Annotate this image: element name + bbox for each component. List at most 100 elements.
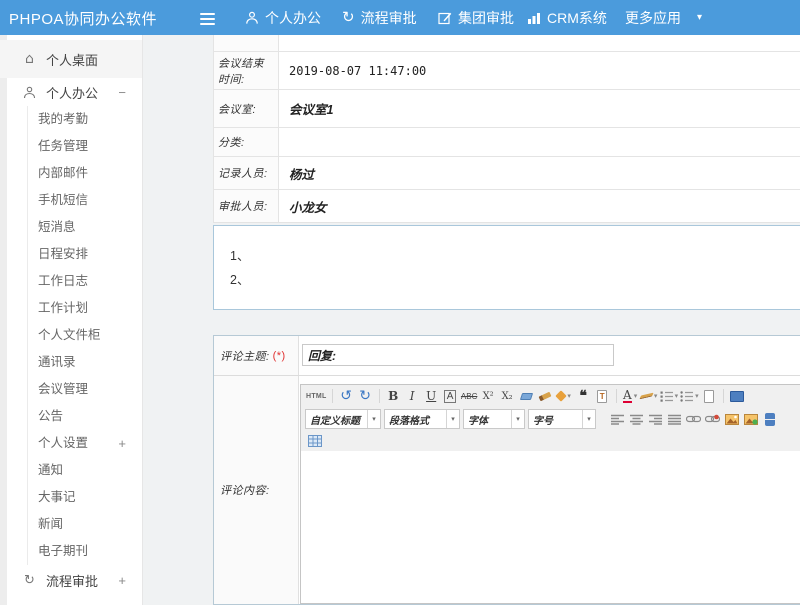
align-justify-icon [668, 414, 681, 425]
field-label: 审批人员: [214, 190, 279, 222]
rich-text-editor: HTML ↺ ↻ B I U A ABC X² X₂ [300, 384, 800, 604]
blockquote-button[interactable]: ❝ [575, 387, 592, 405]
new-page-icon [704, 390, 714, 403]
sidebar-subitem-short-message[interactable]: 短消息 [28, 214, 142, 241]
comment-subject-input[interactable] [302, 344, 614, 366]
sidebar-subitem-announcement[interactable]: 公告 [28, 403, 142, 430]
sidebar: ⌂ 个人桌面 个人办公 − 我的考勤 任务管理 内部邮件 手机短信 短消息 日程… [0, 35, 143, 605]
sidebar-subitem-work-plan[interactable]: 工作计划 [28, 295, 142, 322]
eraser-button[interactable] [518, 387, 535, 405]
nav-personal-office[interactable]: 个人办公 [245, 0, 321, 35]
collapse-icon[interactable]: − [118, 85, 126, 100]
table-row-category: 分类: [214, 128, 800, 157]
sidebar-subitem-events[interactable]: 大事记 [28, 484, 142, 511]
table-row [214, 35, 800, 52]
sidebar-subitem-attendance[interactable]: 我的考勤 [28, 106, 142, 133]
bold-button[interactable]: B [385, 387, 402, 405]
highlight-color-button[interactable]: ▾ [641, 387, 658, 405]
underline-button[interactable]: U [423, 387, 440, 405]
heading-dropdown[interactable]: 自定义标题 ▾ [305, 409, 381, 429]
sidebar-scrollbar[interactable] [0, 35, 7, 605]
field-label: 记录人员: [214, 157, 279, 189]
sidebar-subitem-meeting-management[interactable]: 会议管理 [28, 376, 142, 403]
chevron-down-icon: ▾ [511, 410, 524, 428]
format-painter-button[interactable] [537, 387, 554, 405]
sidebar-subitem-work-log[interactable]: 工作日志 [28, 268, 142, 295]
paste-as-text-button[interactable]: T [594, 387, 611, 405]
sidebar-subitem-news[interactable]: 新闻 [28, 511, 142, 538]
insert-table-button[interactable] [306, 432, 323, 450]
sidebar-subitem-file-cabinet[interactable]: 个人文件柜 [28, 322, 142, 349]
ordered-list-button[interactable]: ▾ [660, 387, 679, 405]
nav-crm-system[interactable]: CRM系统 [527, 0, 607, 35]
insert-media-button[interactable] [761, 410, 778, 428]
align-left-button[interactable] [609, 410, 626, 428]
html-source-button[interactable]: HTML [306, 387, 327, 405]
expand-icon[interactable]: + [118, 430, 126, 457]
field-label: 会议室: [214, 90, 279, 127]
italic-button[interactable]: I [404, 387, 421, 405]
nav-workflow-approval[interactable]: ↻ 流程审批 [342, 0, 417, 35]
sidebar-item-label: 个人桌面 [46, 50, 98, 69]
sidebar-submenu: 我的考勤 任务管理 内部邮件 手机短信 短消息 日程安排 工作日志 工作计划 个… [27, 106, 142, 565]
fullscreen-button[interactable] [729, 387, 746, 405]
unlink-button[interactable] [704, 410, 721, 428]
font-family-dropdown[interactable]: 字体 ▾ [463, 409, 525, 429]
align-right-button[interactable] [647, 410, 664, 428]
strikethrough-button[interactable]: ABC [461, 387, 478, 405]
redo-button[interactable]: ↻ [357, 387, 374, 405]
align-center-button[interactable] [628, 410, 645, 428]
sidebar-subitem-e-journal[interactable]: 电子期刊 [28, 538, 142, 565]
sidebar-subitem-tasks[interactable]: 任务管理 [28, 133, 142, 160]
flow-cycle-icon: ↻ [22, 574, 37, 587]
hamburger-menu-icon[interactable] [200, 10, 215, 28]
media-icon [765, 413, 775, 426]
align-center-icon [630, 414, 643, 425]
minutes-line: 1、 [230, 244, 800, 268]
sidebar-item-personal-desktop[interactable]: ⌂ 个人桌面 [0, 40, 142, 78]
superscript-button[interactable]: X² [480, 387, 497, 405]
table-row-meeting-end-time: 会议结束时间: 2019-08-07 11:47:00 [214, 52, 800, 90]
paragraph-format-dropdown[interactable]: 段落格式 ▾ [384, 409, 460, 429]
chevron-down-icon: ▾ [367, 410, 380, 428]
sidebar-subitem-personal-settings[interactable]: 个人设置 + [28, 430, 142, 457]
new-page-button[interactable] [701, 387, 718, 405]
undo-button[interactable]: ↺ [338, 387, 355, 405]
unordered-list-button[interactable]: ▾ [680, 387, 699, 405]
nav-group-approval[interactable]: 集团审批 [438, 0, 514, 35]
font-style-button[interactable]: A [442, 387, 459, 405]
meeting-minutes-box[interactable]: 1、 2、 [213, 225, 800, 310]
edit-icon [438, 11, 452, 25]
nav-label: 个人办公 [265, 8, 321, 28]
field-label: 会议结束时间: [214, 52, 279, 89]
link-icon [686, 415, 701, 423]
sidebar-subitem-notice[interactable]: 通知 [28, 457, 142, 484]
brush-icon [539, 391, 552, 401]
comment-content-row: 评论内容: HTML ↺ ↻ B I U A [214, 376, 800, 604]
expand-icon[interactable]: + [118, 573, 126, 588]
minutes-line: 2、 [230, 268, 800, 292]
app-logo[interactable]: PHPOA协同办公软件 [9, 8, 157, 29]
font-color-button[interactable]: A▾ [622, 387, 639, 405]
insert-flash-button[interactable] [742, 410, 759, 428]
subscript-button[interactable]: X₂ [499, 387, 516, 405]
insert-image-button[interactable] [723, 410, 740, 428]
align-right-icon [649, 414, 662, 425]
eraser-icon [520, 393, 533, 400]
field-value [279, 128, 800, 156]
sidebar-item-workflow-approval[interactable]: ↻ 流程审批 + [0, 565, 142, 595]
sidebar-subitem-sms[interactable]: 手机短信 [28, 187, 142, 214]
quick-format-button[interactable]: ▾ [556, 387, 573, 405]
link-button[interactable] [685, 410, 702, 428]
editor-content-area[interactable] [301, 451, 800, 603]
sidebar-subitem-internal-mail[interactable]: 内部邮件 [28, 160, 142, 187]
align-justify-button[interactable] [666, 410, 683, 428]
sidebar-item-personal-office[interactable]: 个人办公 − [0, 78, 142, 106]
sidebar-subitem-contacts[interactable]: 通讯录 [28, 349, 142, 376]
nav-more-apps[interactable]: 更多应用 ▾ [625, 0, 702, 35]
table-row-recorder: 记录人员: 杨过 [214, 157, 800, 190]
sidebar-subitem-schedule[interactable]: 日程安排 [28, 241, 142, 268]
sidebar-item-label: 流程审批 [46, 571, 98, 590]
font-size-dropdown[interactable]: 字号 ▾ [528, 409, 596, 429]
required-mark: (*) [273, 350, 286, 362]
